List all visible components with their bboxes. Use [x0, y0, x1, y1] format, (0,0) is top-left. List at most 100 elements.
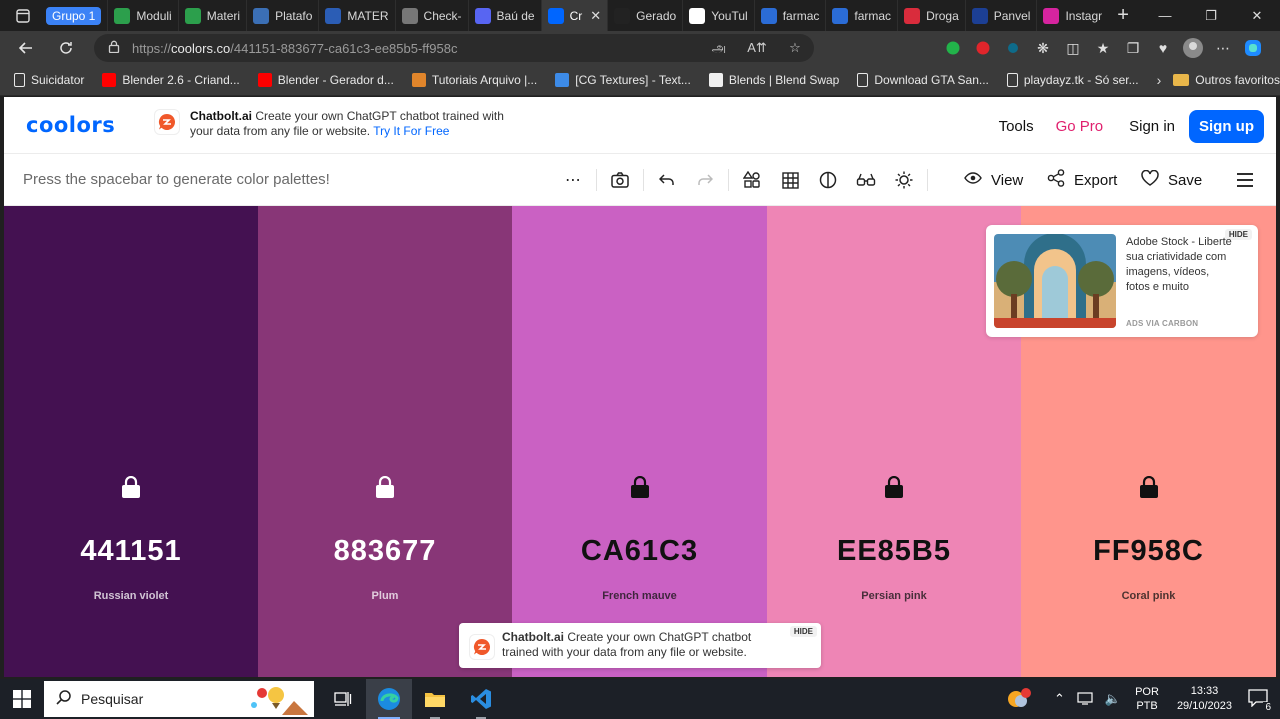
go-pro-link[interactable]: Go Pro	[1056, 118, 1104, 135]
bookmark-item[interactable]: Blender - Gerador d...	[257, 73, 394, 87]
bookmark-item[interactable]: Suicidator	[14, 73, 84, 87]
volume-icon[interactable]: 🔈	[1105, 691, 1121, 707]
lock-icon[interactable]	[121, 475, 141, 503]
browser-essentials-icon[interactable]: ♥	[1148, 40, 1178, 56]
redo-icon[interactable]	[686, 154, 724, 206]
new-tab-button[interactable]: +	[1108, 0, 1138, 31]
color-swatch[interactable]: CA61C3 French mauve	[512, 206, 767, 677]
carbon-ad[interactable]: HIDE Adobe Stock - Liberte sua criativid…	[986, 225, 1258, 337]
browser-tab[interactable]: Instagr	[1036, 0, 1108, 31]
back-button[interactable]	[6, 31, 46, 65]
extension-red-icon[interactable]	[968, 41, 998, 55]
network-icon[interactable]	[1077, 691, 1093, 708]
ads-via-carbon[interactable]: ADS VIA CARBON	[1126, 319, 1198, 328]
hamburger-menu-button[interactable]	[1236, 154, 1254, 206]
more-options-icon[interactable]: ⋯	[554, 154, 592, 206]
bottom-ad-hide-button[interactable]: HIDE	[789, 626, 817, 637]
bookmark-item[interactable]: Tutoriais Arquivo |...	[411, 73, 537, 87]
read-aloud-icon[interactable]: A⇈	[738, 40, 776, 56]
browser-tab[interactable]: MATER	[318, 0, 394, 31]
weather-notification-icon[interactable]	[1006, 687, 1032, 712]
color-hex-code[interactable]: FF958C	[1021, 535, 1276, 568]
taskbar-search[interactable]: Pesquisar	[44, 681, 314, 717]
close-window-button[interactable]: ✕	[1234, 0, 1280, 31]
brightness-icon[interactable]	[885, 154, 923, 206]
browser-tab[interactable]: Panvel	[964, 0, 1037, 31]
browser-tab[interactable]: Moduli	[107, 0, 177, 31]
refresh-button[interactable]	[46, 31, 86, 65]
color-swatch[interactable]: EE85B5 Persian pink	[767, 206, 1021, 677]
bottom-sponsor-ad[interactable]: Chatbolt.ai Create your own ChatGPT chat…	[459, 623, 821, 668]
contrast-icon[interactable]	[809, 154, 847, 206]
split-screen-icon[interactable]: ◫	[1058, 40, 1088, 57]
extension-green-icon[interactable]	[938, 41, 968, 55]
bookmark-item[interactable]: Download GTA San...	[857, 73, 989, 87]
carbon-ad-image[interactable]	[994, 234, 1116, 328]
lock-icon[interactable]	[1139, 475, 1159, 503]
profile-avatar[interactable]	[1178, 38, 1208, 58]
restore-button[interactable]: ❐	[1188, 0, 1234, 31]
tab-actions-button[interactable]	[0, 0, 46, 31]
sign-in-link[interactable]: Sign in	[1129, 118, 1175, 135]
collections-icon[interactable]: ❐	[1118, 40, 1148, 57]
lock-icon[interactable]	[108, 40, 120, 56]
coolors-logo[interactable]: coolors	[26, 113, 115, 137]
browser-tab[interactable]: Platafo	[246, 0, 318, 31]
browser-tab[interactable]: Check-	[394, 0, 468, 31]
glasses-icon[interactable]	[847, 154, 885, 206]
shapes-icon[interactable]	[733, 154, 771, 206]
browser-tab[interactable]: Gerado	[607, 0, 682, 31]
color-swatch[interactable]: 883677 Plum	[258, 206, 512, 677]
chevron-up-icon[interactable]: ⌃	[1054, 691, 1065, 707]
tools-link[interactable]: Tools	[999, 118, 1034, 135]
color-hex-code[interactable]: CA61C3	[512, 535, 767, 568]
bookmark-item[interactable]: [CG Textures] - Text...	[555, 73, 691, 87]
save-button[interactable]: Save	[1141, 154, 1202, 206]
translate-icon[interactable]: அ	[700, 40, 738, 57]
favorite-star-icon[interactable]: ☆	[776, 40, 814, 56]
language-indicator[interactable]: POR PTB	[1135, 685, 1159, 713]
chevron-right-icon[interactable]: ›	[1157, 72, 1162, 88]
bookmark-item[interactable]: playdayz.tk - Só ser...	[1006, 73, 1139, 87]
sign-up-button[interactable]: Sign up	[1189, 110, 1264, 143]
other-favorites-folder[interactable]: Outros favoritos	[1173, 73, 1280, 87]
lock-icon[interactable]	[884, 475, 904, 503]
clock[interactable]: 13:33 29/10/2023	[1177, 684, 1232, 714]
color-hex-code[interactable]: 441151	[4, 535, 258, 568]
bookmark-item[interactable]: Blends | Blend Swap	[708, 73, 839, 87]
top-sponsor-ad[interactable]: Chatbolt.ai Create your own ChatGPT chat…	[154, 109, 510, 139]
edge-taskbar-icon[interactable]	[366, 679, 412, 719]
view-button[interactable]: View	[964, 154, 1023, 206]
camera-icon[interactable]	[601, 154, 639, 206]
notification-center-icon[interactable]: 6	[1248, 688, 1273, 713]
settings-more-icon[interactable]: ⋯	[1208, 40, 1238, 57]
browser-tab[interactable]: Baú de	[467, 0, 541, 31]
color-hex-code[interactable]: EE85B5	[767, 535, 1021, 568]
close-tab-icon[interactable]: ✕	[590, 8, 601, 24]
minimize-button[interactable]: —	[1142, 0, 1188, 31]
bookmark-item[interactable]: Blender 2.6 - Criand...	[102, 73, 240, 87]
file-explorer-icon[interactable]	[412, 679, 458, 719]
vscode-icon[interactable]	[458, 679, 504, 719]
extensions-puzzle-icon[interactable]: ❋	[1028, 40, 1058, 57]
top-ad-cta-link[interactable]: Try It For Free	[373, 124, 449, 138]
browser-tab[interactable]: Materi	[177, 0, 246, 31]
browser-tab[interactable]: Droga	[897, 0, 965, 31]
carbon-ad-text[interactable]: Adobe Stock - Liberte sua criatividade c…	[1126, 235, 1236, 305]
tab-group-label[interactable]: Grupo 1	[46, 6, 102, 25]
export-button[interactable]: Export	[1047, 154, 1117, 206]
color-swatch[interactable]: 441151 Russian violet	[4, 206, 258, 677]
favorites-icon[interactable]: ★	[1088, 40, 1118, 57]
grid-icon[interactable]	[771, 154, 809, 206]
lock-icon[interactable]	[630, 475, 650, 503]
color-hex-code[interactable]: 883677	[258, 535, 512, 568]
browser-tab[interactable]: farmac	[753, 0, 826, 31]
browser-tab[interactable]: YouTul	[682, 0, 753, 31]
browser-tab[interactable]: Cr ✕	[540, 0, 608, 31]
task-view-icon[interactable]	[320, 679, 366, 719]
lock-icon[interactable]	[375, 475, 395, 503]
undo-icon[interactable]	[648, 154, 686, 206]
start-button[interactable]	[0, 679, 44, 719]
browser-tab[interactable]: farmac	[825, 0, 897, 31]
copilot-icon[interactable]	[1238, 38, 1268, 58]
